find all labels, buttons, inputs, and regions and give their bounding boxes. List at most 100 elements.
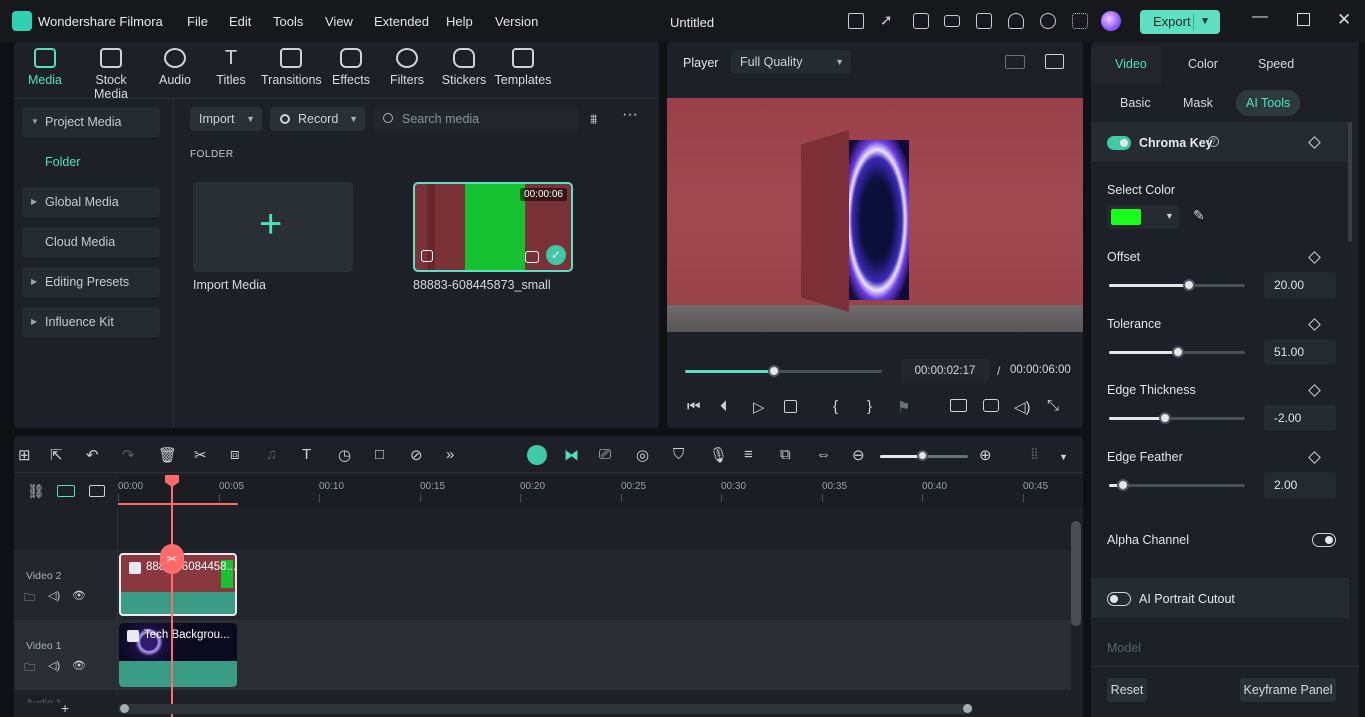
- marker-icon[interactable]: ⛉: [673, 446, 684, 463]
- add-video-icon[interactable]: ⎚: [599, 446, 611, 463]
- import-media-tile[interactable]: +: [193, 182, 353, 272]
- maximize-icon[interactable]: [1297, 13, 1310, 26]
- tab-effects[interactable]: Effects: [321, 48, 381, 87]
- cloud-upload-icon[interactable]: [1008, 13, 1024, 29]
- search-input[interactable]: Search media: [374, 107, 578, 131]
- apps-grid-icon[interactable]: [1072, 13, 1088, 29]
- help-icon[interactable]: ?: [1208, 136, 1219, 147]
- auto-reframe-icon[interactable]: ⧉: [780, 446, 791, 463]
- save-icon[interactable]: [976, 13, 992, 29]
- menu-extended[interactable]: Extended: [374, 14, 429, 29]
- import-button[interactable]: Import ▼: [190, 107, 262, 131]
- split-scissors-icon[interactable]: ✂: [160, 544, 184, 574]
- folder-icon[interactable]: 🗀: [24, 659, 35, 678]
- sidebar-item-project-media[interactable]: ▼ Project Media: [22, 107, 160, 137]
- fit-timeline-icon[interactable]: ⇔: [816, 446, 831, 463]
- folder-icon[interactable]: 🗀: [24, 589, 35, 608]
- record-button[interactable]: Record ▼: [270, 107, 365, 131]
- subtab-basic[interactable]: Basic: [1110, 90, 1161, 116]
- tolerance-slider-knob[interactable]: [1172, 346, 1184, 358]
- scrollbar-right-handle[interactable]: [963, 704, 972, 713]
- color-picker-select[interactable]: ▼: [1107, 205, 1179, 229]
- edge-thickness-value-input[interactable]: -2.00: [1264, 405, 1336, 431]
- add-track-icon[interactable]: [57, 485, 75, 497]
- edge-feather-slider-knob[interactable]: [1117, 479, 1129, 491]
- sidebar-item-folder[interactable]: Folder: [22, 147, 160, 177]
- more-tools-icon[interactable]: »: [446, 446, 454, 463]
- scrollbar-left-handle[interactable]: [120, 704, 129, 713]
- tab-titles[interactable]: T Titles: [201, 48, 261, 87]
- mark-in-icon[interactable]: {: [833, 398, 838, 415]
- headset-icon[interactable]: [1040, 13, 1056, 29]
- fullscreen-icon[interactable]: ⤡: [1047, 397, 1059, 414]
- chevron-down-icon[interactable]: ▼: [1059, 452, 1068, 462]
- add-track-button[interactable]: +: [61, 700, 69, 716]
- tab-stock-media[interactable]: Stock Media: [80, 48, 142, 101]
- menu-tools[interactable]: Tools: [273, 14, 303, 29]
- previous-frame-icon[interactable]: ⏮: [687, 398, 701, 415]
- tab-transitions[interactable]: Transitions: [261, 48, 322, 87]
- menu-view[interactable]: View: [325, 14, 353, 29]
- reset-button[interactable]: Reset: [1107, 678, 1147, 702]
- timeline-vertical-scrollbar[interactable]: [1071, 521, 1081, 626]
- ai-portrait-toggle[interactable]: [1107, 592, 1131, 606]
- edge-feather-slider-track[interactable]: [1109, 484, 1245, 487]
- menu-help[interactable]: Help: [446, 14, 473, 29]
- chroma-key-toggle[interactable]: [1107, 136, 1131, 150]
- zoom-slider-knob[interactable]: [917, 450, 928, 461]
- render-preview-icon[interactable]: ◎: [636, 446, 649, 464]
- audio-detach-icon[interactable]: ♫: [266, 446, 277, 463]
- edge-feather-value-input[interactable]: 2.00: [1264, 472, 1336, 498]
- tab-templates[interactable]: Templates: [493, 48, 553, 87]
- audio-mixer-icon[interactable]: ≡: [744, 446, 753, 463]
- tab-audio[interactable]: Audio: [145, 48, 205, 87]
- feedback-icon[interactable]: [913, 13, 929, 29]
- playback-knob[interactable]: [768, 365, 780, 377]
- tab-filters[interactable]: Filters: [377, 48, 437, 87]
- tab-speed[interactable]: Speed: [1258, 57, 1294, 71]
- export-button[interactable]: Export ▼: [1140, 10, 1220, 34]
- speed-timer-icon[interactable]: ◷: [338, 446, 351, 464]
- stop-icon[interactable]: [784, 400, 797, 413]
- select-tool-icon[interactable]: ⇱: [50, 446, 63, 464]
- mark-out-icon[interactable]: }: [867, 398, 872, 415]
- eyedropper-icon[interactable]: ✎: [1193, 207, 1205, 224]
- menu-file[interactable]: File: [187, 14, 208, 29]
- send-icon[interactable]: ➚: [880, 11, 896, 29]
- filter-icon[interactable]: ⩩: [590, 111, 597, 128]
- tab-stickers[interactable]: Stickers: [434, 48, 494, 87]
- quality-select[interactable]: Full Quality ▼: [731, 50, 851, 74]
- display-icon[interactable]: [950, 399, 967, 412]
- eye-icon[interactable]: 👁: [72, 589, 86, 602]
- track-manager-icon[interactable]: [89, 485, 105, 497]
- tab-color[interactable]: Color: [1188, 57, 1218, 71]
- redo-icon[interactable]: ↷: [122, 446, 135, 464]
- eye-icon[interactable]: 👁: [72, 659, 86, 672]
- minimize-icon[interactable]: —: [1252, 8, 1268, 26]
- timeline-clip-video-1[interactable]: Tech Backgrou...: [119, 623, 237, 687]
- sidebar-item-influence-kit[interactable]: ▶ Influence Kit: [22, 307, 160, 337]
- crop-icon[interactable]: ⧈: [230, 446, 240, 463]
- step-back-icon[interactable]: ⏴: [720, 398, 728, 415]
- keyframe-panel-button[interactable]: Keyframe Panel: [1240, 678, 1336, 702]
- subtab-ai-tools[interactable]: AI Tools: [1236, 90, 1301, 116]
- more-options-icon[interactable]: ···: [622, 106, 638, 124]
- menu-version[interactable]: Version: [495, 14, 538, 29]
- split-scissors-icon[interactable]: ✂: [194, 446, 207, 464]
- microphone-icon[interactable]: 🎙: [709, 446, 728, 464]
- render-icon[interactable]: ⚑: [897, 398, 910, 416]
- grid-view-icon[interactable]: [1005, 55, 1025, 69]
- volume-icon[interactable]: ◁): [1014, 398, 1031, 416]
- playhead-line[interactable]: [171, 480, 173, 717]
- subtab-mask[interactable]: Mask: [1173, 90, 1223, 116]
- sidebar-item-editing-presets[interactable]: ▶ Editing Presets: [22, 267, 160, 297]
- alpha-channel-toggle[interactable]: [1312, 533, 1336, 547]
- tab-video[interactable]: Video: [1115, 57, 1147, 71]
- layout-grid-icon[interactable]: ⊞: [18, 446, 31, 464]
- properties-scrollbar[interactable]: [1348, 122, 1352, 242]
- sidebar-item-global-media[interactable]: ▶ Global Media: [22, 187, 160, 217]
- tab-media[interactable]: Media: [15, 48, 75, 87]
- media-clip-thumbnail[interactable]: 00:00:06 ✓: [413, 182, 573, 272]
- ai-mate-icon[interactable]: [527, 445, 547, 465]
- zoom-out-icon[interactable]: ⊖: [852, 446, 865, 464]
